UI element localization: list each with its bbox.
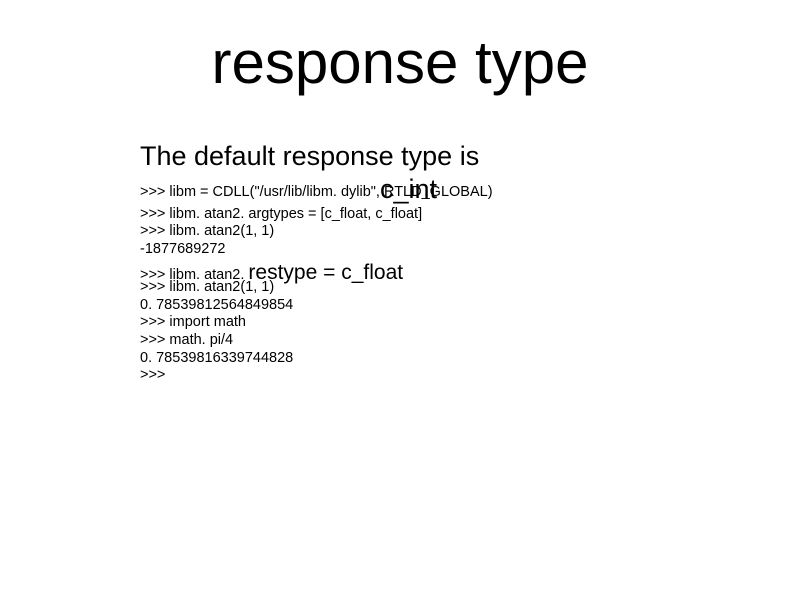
c-int-text: c_int bbox=[380, 174, 437, 205]
code-line-cdll: >>> libm = CDLL("/usr/lib/libm. dylib", … bbox=[140, 184, 493, 200]
slide-title: response type bbox=[0, 28, 800, 97]
code-block-2: >>> libm. atan2(1, 1) 0. 785398125648498… bbox=[140, 279, 700, 385]
slide-body: The default response type is >>> libm = … bbox=[140, 140, 700, 385]
code-block-1: >>> libm. atan2. argtypes = [c_float, c_… bbox=[140, 206, 700, 259]
overlap-line: >>> libm = CDLL("/usr/lib/libm. dylib", … bbox=[140, 174, 700, 212]
lead-text: The default response type is bbox=[140, 140, 700, 174]
slide: response type The default response type … bbox=[0, 0, 800, 600]
